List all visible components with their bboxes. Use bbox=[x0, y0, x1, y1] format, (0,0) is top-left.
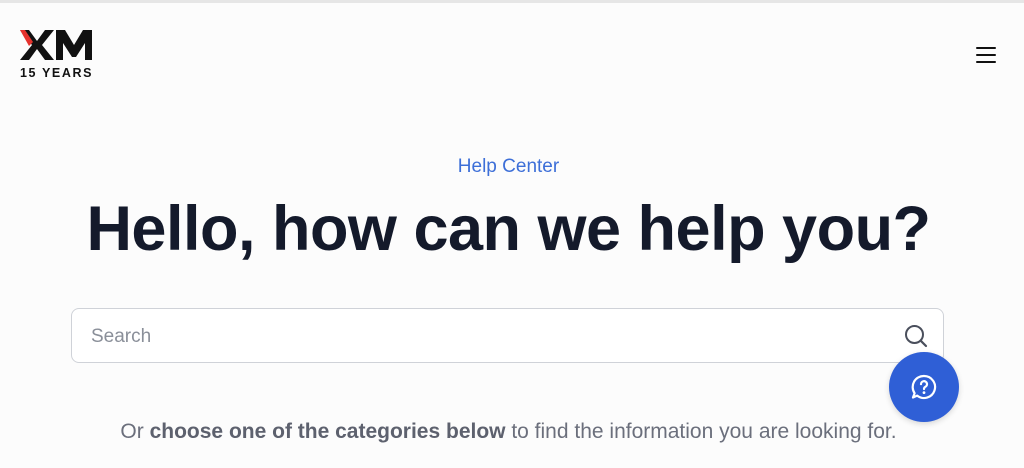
categories-prompt-prefix: Or bbox=[120, 420, 150, 443]
categories-prompt: Or choose one of the categories below to… bbox=[0, 420, 1017, 444]
hamburger-menu-button[interactable] bbox=[972, 42, 1000, 70]
question-chat-icon bbox=[911, 374, 937, 400]
categories-prompt-emphasis: choose one of the categories below bbox=[149, 420, 506, 443]
search-icon[interactable] bbox=[902, 322, 930, 350]
help-center-label: Help Center bbox=[457, 156, 560, 177]
help-center-page: 15 YEARS Help Center Hello, how can we h… bbox=[0, 0, 1024, 468]
xm-logo[interactable]: 15 YEARS bbox=[20, 28, 96, 82]
page-title: Hello, how can we help you? bbox=[86, 194, 931, 264]
logo-years-label: 15 YEARS bbox=[20, 66, 94, 80]
xm-logo-mark bbox=[20, 30, 92, 60]
categories-prompt-suffix: to find the information you are looking … bbox=[505, 420, 897, 443]
help-chat-button[interactable] bbox=[889, 352, 959, 422]
top-divider bbox=[0, 0, 1024, 3]
search-bar bbox=[71, 308, 944, 364]
search-input[interactable] bbox=[89, 309, 883, 364]
